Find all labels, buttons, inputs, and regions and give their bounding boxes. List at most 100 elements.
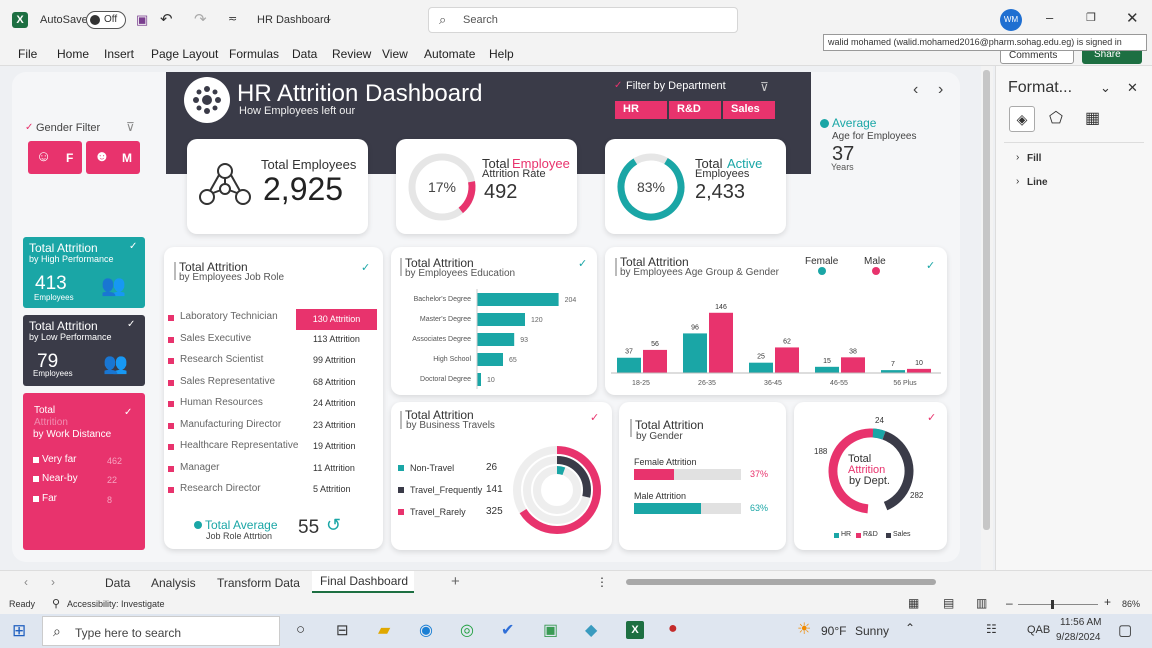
zoom-slider[interactable] [1018,600,1098,609]
tab-help[interactable]: Help [489,47,514,61]
distance-item[interactable]: Very far 462 [31,453,139,469]
tray-chevron-icon[interactable]: ⌃ [905,621,915,635]
low-performance-card[interactable]: Total Attrition ✓ by Low Performance 79 … [23,315,145,386]
tab-page-layout[interactable]: Page Layout [151,47,218,61]
edu-bar[interactable] [477,313,525,326]
clock-date[interactable]: 9/28/2024 [1056,632,1101,643]
normal-view-icon[interactable]: ▦ [908,596,919,610]
gender-filter-clear-icon[interactable]: ⊽ [126,120,135,134]
size-properties-icon[interactable]: ▦ [1085,108,1100,128]
tab-insert[interactable]: Insert [104,47,134,61]
vertical-scrollbar[interactable] [981,66,993,570]
edu-bar[interactable] [477,353,503,366]
taskbar-search[interactable]: ⌕ Type here to search [42,616,280,646]
sheet-tab-transform[interactable]: Transform Data [217,576,300,590]
windows-start-icon[interactable]: ⊞ [12,621,26,641]
tab-file[interactable]: File [18,47,37,61]
sheet-tab-final-dashboard[interactable]: Final Dashboard [312,571,414,593]
tab-formulas[interactable]: Formulas [229,47,279,61]
more-icon[interactable]: ⋮ [596,575,608,589]
page-layout-icon[interactable]: ▤ [943,596,954,610]
save-icon[interactable]: ▣ [136,12,148,28]
scroll-thumb[interactable] [626,579,936,585]
job-role-row[interactable]: Manager 11 Attrition [164,460,383,478]
horizontal-scrollbar[interactable] [618,578,974,587]
chevron-right-icon[interactable]: › [1016,152,1019,163]
next-icon[interactable]: › [938,81,943,99]
female-bar[interactable] [683,333,707,373]
tab-next-icon[interactable]: › [51,575,55,589]
add-sheet-icon[interactable]: + [451,573,460,590]
tab-prev-icon[interactable]: ‹ [24,575,28,589]
weather-temp[interactable]: 90°F [821,624,846,638]
male-bar[interactable] [643,349,667,373]
prev-icon[interactable]: ‹ [913,81,918,99]
restore-icon[interactable]: ❐ [1086,11,1096,24]
distance-item[interactable]: Near-by 22 [31,472,139,488]
male-bar[interactable] [841,357,865,373]
zoom-level[interactable]: 86% [1122,599,1140,609]
page-break-icon[interactable]: ▥ [976,596,987,610]
scroll-thumb[interactable] [983,70,990,530]
travel-item[interactable]: Non-Travel 26 [397,462,507,476]
male-bar[interactable] [775,347,799,373]
tab-review[interactable]: Review [332,47,371,61]
excel-taskbar-icon[interactable]: X [626,621,644,639]
search-input[interactable]: ⌕ Search [428,7,738,33]
widgets-icon[interactable]: ⊟ [336,621,349,639]
travel-item[interactable]: Travel_Rarely 325 [397,506,507,520]
job-role-row[interactable]: Research Director 5 Attrition [164,481,383,499]
filter-clear-icon[interactable]: ⊽ [760,80,769,94]
male-bar[interactable] [709,312,733,373]
language-indicator[interactable]: QAB [1027,624,1050,636]
job-role-row[interactable]: Sales Executive 113 Attrition [164,331,383,349]
close-icon[interactable]: ✕ [1127,80,1138,96]
edu-bar[interactable] [477,333,515,346]
gender-female-button[interactable]: ☺ F [28,141,82,174]
file-explorer-icon[interactable]: ▰ [378,620,390,640]
chevron-down-icon[interactable]: ⌄ [1100,80,1111,96]
female-bar[interactable] [617,357,641,373]
customize-icon[interactable]: ≂ [228,12,237,25]
edu-bar[interactable] [477,373,481,386]
female-bar[interactable] [815,366,839,373]
male-bar[interactable] [907,368,931,373]
tab-home[interactable]: Home [57,47,89,61]
gender-male-button[interactable]: ☻ M [86,141,140,174]
job-role-row[interactable]: Human Resources 24 Attrition [164,395,383,413]
format-fill[interactable]: Fill [1027,153,1041,164]
effects-icon[interactable]: ⬠ [1049,108,1063,128]
autosave-toggle[interactable]: Off [86,11,126,29]
accessibility-status[interactable]: Accessibility: Investigate [67,599,165,609]
tab-view[interactable]: View [382,47,408,61]
sheet-tab-data[interactable]: Data [105,576,130,590]
todo-icon[interactable]: ✔ [501,620,514,640]
filter-rd-button[interactable]: R&D [669,101,721,119]
tab-automate[interactable]: Automate [424,47,475,61]
sheet-tab-analysis[interactable]: Analysis [151,576,196,590]
filter-sales-button[interactable]: Sales [723,101,775,119]
edge-icon[interactable]: ◉ [419,620,433,640]
chevron-down-icon[interactable]: ⌄ [325,13,333,24]
undo-icon[interactable]: ↶ [160,10,173,28]
clock-time[interactable]: 11:56 AM [1060,617,1102,628]
job-role-row[interactable]: Healthcare Representative 19 Attrition [164,438,383,456]
zoom-thumb[interactable] [1051,600,1054,609]
minimize-icon[interactable]: – [1046,10,1053,25]
high-performance-card[interactable]: Total Attrition ✓ by High Performance 41… [23,237,145,308]
notifications-icon[interactable]: ▢ [1118,621,1132,639]
file-name[interactable]: HR Dashboard [257,14,330,26]
zoom-out-icon[interactable]: – [1006,596,1013,610]
whatsapp-icon[interactable]: ◎ [460,620,474,640]
distance-item[interactable]: Far 8 [31,492,139,508]
job-role-row[interactable]: Research Scientist 99 Attrition [164,352,383,370]
chevron-right-icon[interactable]: › [1016,176,1019,187]
travel-item[interactable]: Travel_Frequently 141 [397,484,507,498]
redo-icon[interactable]: ↷ [194,10,207,28]
zoom-in-icon[interactable]: + [1104,595,1111,609]
work-distance-card[interactable]: Total Attrition ✓ by Work Distance Very … [23,393,145,550]
filter-hr-button[interactable]: HR [615,101,667,119]
weather-text[interactable]: Sunny [855,624,889,638]
female-bar[interactable] [749,362,773,373]
task-view-icon[interactable]: ○ [296,621,305,638]
